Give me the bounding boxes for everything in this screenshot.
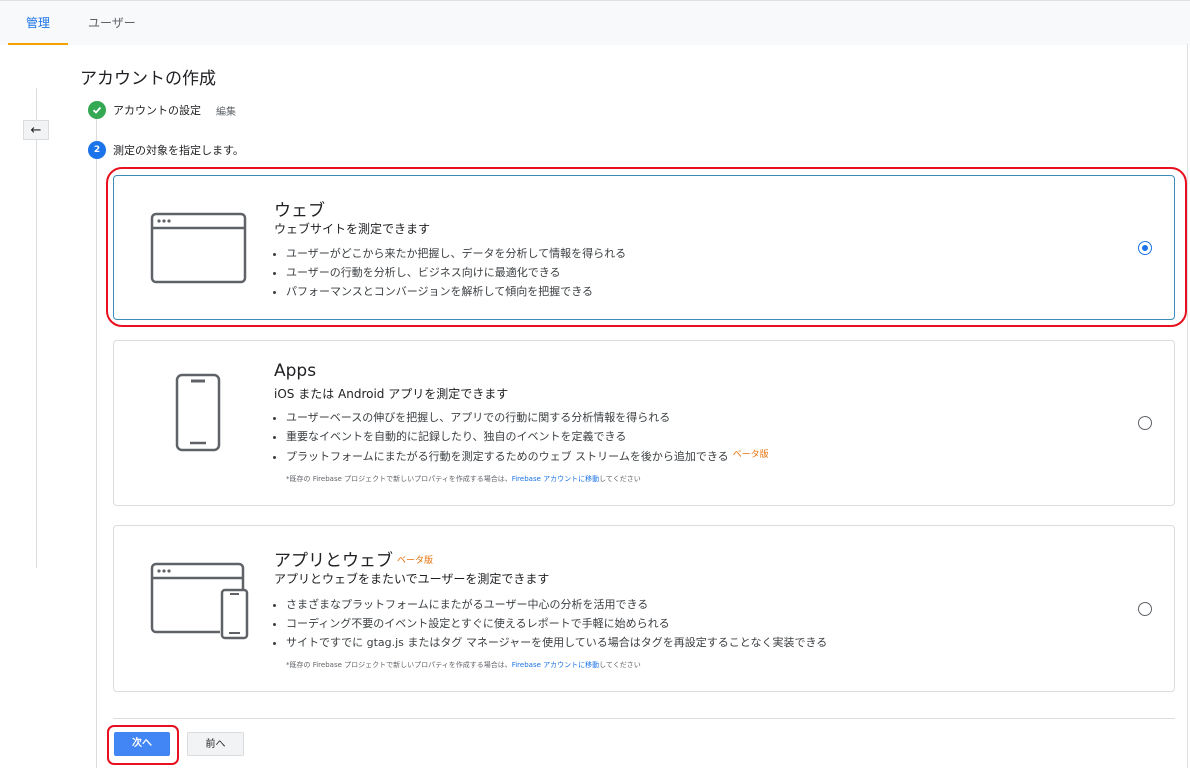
bullet-item: ユーザーの行動を分析し、ビジネス向けに最適化できる [286, 263, 626, 282]
prev-button[interactable]: 前へ [187, 732, 244, 756]
step-account-settings: アカウントの設定 編集 [88, 101, 236, 119]
top-tab-bar: 管理 ユーザー [0, 0, 1190, 45]
option-title-text: アプリとウェブ [274, 551, 393, 571]
note-text: *既存の Firebase プロジェクトで新しいプロパティを作成する場合は、 [286, 475, 512, 483]
beta-badge: ベータ版 [732, 450, 769, 460]
note-suffix: してください [599, 661, 641, 669]
right-border [1187, 44, 1188, 768]
step2-label: 測定の対象を指定します。 [113, 144, 244, 157]
check-icon [88, 101, 106, 119]
option-card-apps[interactable]: Apps iOS または Android アプリを測定できます ユーザーベースの… [113, 340, 1175, 506]
next-button[interactable]: 次へ [114, 732, 170, 756]
bullet-item: サイトですでに gtag.js またはタグ マネージャーを使用している場合はタグ… [286, 633, 827, 652]
bullet-item: パフォーマンスとコンバージョンを解析して傾向を把握できる [286, 282, 626, 301]
browser-and-phone-icon [150, 562, 249, 640]
firebase-account-link[interactable]: Firebase アカウントに移動 [512, 475, 599, 483]
radio-web[interactable] [1138, 241, 1152, 255]
edit-link[interactable]: 編集 [216, 103, 236, 118]
tab-admin[interactable]: 管理 [8, 1, 68, 45]
step-number-badge: 2 [88, 141, 106, 159]
option-subtitle: アプリとウェブをまたいでユーザーを測定できます [274, 572, 550, 586]
left-rail [36, 88, 37, 568]
option-bullets: さまざまなプラットフォームにまたがるユーザー中心の分析を活用できる コーディング… [274, 595, 827, 652]
option-subtitle: iOS または Android アプリを測定できます [274, 387, 509, 401]
bullet-item: 重要なイベントを自動的に記録したり、独自のイベントを定義できる [286, 427, 769, 446]
tab-user[interactable]: ユーザー [88, 1, 136, 43]
note-text: *既存の Firebase プロジェクトで新しいプロパティを作成する場合は、 [286, 661, 512, 669]
step-rail [96, 118, 97, 768]
option-title: Apps [274, 361, 317, 381]
option-title: ウェブ [274, 201, 325, 221]
firebase-note: *既存の Firebase プロジェクトで新しいプロパティを作成する場合は、Fi… [286, 660, 641, 670]
bullet-item: プラットフォームにまたがる行動を測定するためのウェブ ストリームを後から追加でき… [286, 446, 769, 466]
bullet-item: ユーザーベースの伸びを把握し、アプリでの行動に関する分析情報を得られる [286, 408, 769, 427]
note-suffix: してください [599, 475, 641, 483]
bullet-item: ユーザーがどこから来たか把握し、データを分析して情報を得られる [286, 244, 626, 263]
firebase-account-link[interactable]: Firebase アカウントに移動 [512, 661, 599, 669]
option-bullets: ユーザーがどこから来たか把握し、データを分析して情報を得られる ユーザーの行動を… [274, 244, 626, 301]
browser-window-icon [150, 212, 247, 284]
smartphone-icon [175, 373, 221, 452]
bullet-text: プラットフォームにまたがる行動を測定するためのウェブ ストリームを後から追加でき… [286, 450, 729, 463]
step-measurement-target: 2 測定の対象を指定します。 [88, 141, 244, 159]
back-arrow-icon[interactable]: ← [23, 120, 49, 140]
option-card-web[interactable]: ウェブ ウェブサイトを測定できます ユーザーがどこから来たか把握し、データを分析… [113, 175, 1175, 320]
page-title: アカウントの作成 [80, 69, 216, 89]
firebase-note: *既存の Firebase プロジェクトで新しいプロパティを作成する場合は、Fi… [286, 474, 641, 484]
bullet-item: さまざまなプラットフォームにまたがるユーザー中心の分析を活用できる [286, 595, 827, 614]
bullet-item: コーディング不要のイベント設定とすぐに使えるレポートで手軽に始められる [286, 614, 827, 633]
radio-apps[interactable] [1138, 416, 1152, 430]
step1-label: アカウントの設定 [113, 104, 201, 117]
option-bullets: ユーザーベースの伸びを把握し、アプリでの行動に関する分析情報を得られる 重要なイ… [274, 408, 769, 466]
option-card-app-and-web[interactable]: アプリとウェブベータ版 アプリとウェブをまたいでユーザーを測定できます さまざま… [113, 525, 1175, 692]
radio-app-and-web[interactable] [1138, 602, 1152, 616]
footer-divider [113, 718, 1175, 719]
option-title: アプリとウェブ ベータ版 [274, 546, 433, 571]
option-subtitle: ウェブサイトを測定できます [274, 222, 431, 236]
beta-badge: ベータ版 [397, 556, 434, 566]
